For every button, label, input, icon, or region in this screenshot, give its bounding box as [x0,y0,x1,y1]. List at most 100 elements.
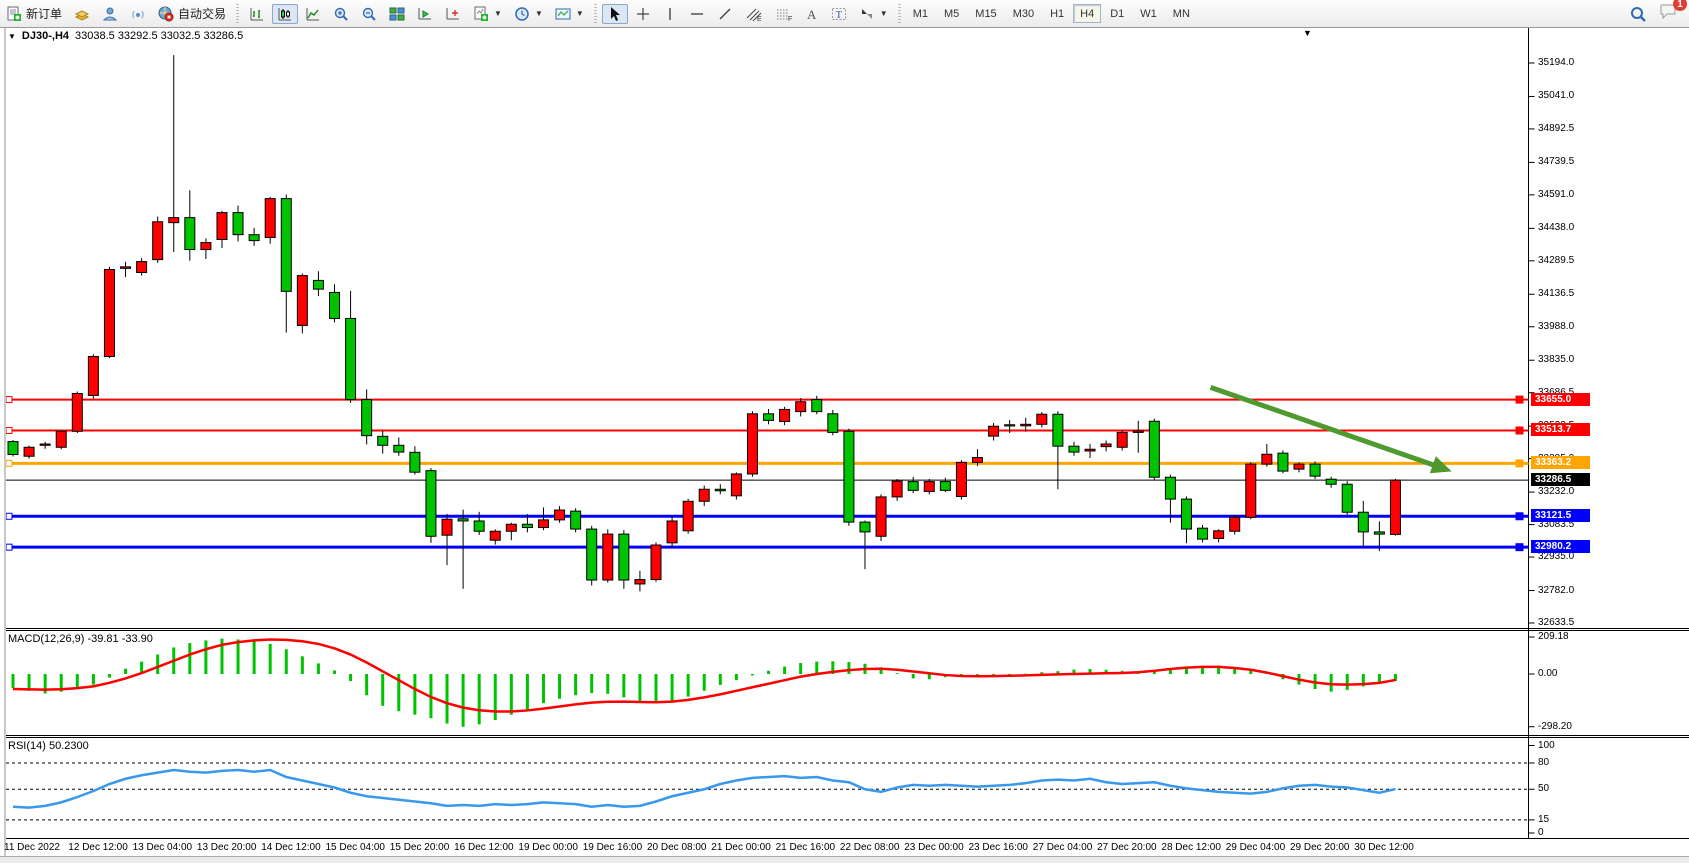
candle-body[interactable] [104,269,114,356]
timeframe-button-M30[interactable]: M30 [1006,4,1041,23]
candle-body[interactable] [153,222,163,260]
auto-trading-button[interactable]: 自动交易 [153,4,231,24]
candle-body[interactable] [121,267,131,269]
timeframe-button-M5[interactable]: M5 [937,4,966,23]
vertical-line-button[interactable] [658,4,682,24]
candle-body[interactable] [378,436,388,445]
candle-body[interactable] [1085,449,1095,451]
tile-windows-button[interactable] [384,4,410,24]
candle-body[interactable] [426,471,436,537]
candle-body[interactable] [1214,531,1224,539]
candle-body[interactable] [603,534,613,580]
toolbar-grip[interactable] [234,4,241,24]
candle-body[interactable] [169,218,179,223]
horizontal-line-button[interactable] [684,4,710,24]
candle-body[interactable] [619,534,629,580]
timeframe-button-H4[interactable]: H4 [1073,4,1101,23]
candle-body[interactable] [1262,454,1272,464]
candle-body[interactable] [1310,464,1320,476]
candle-body[interactable] [780,409,790,421]
line-handle-marker[interactable] [1516,396,1523,403]
candle-body[interactable] [1230,517,1240,531]
candle-body[interactable] [297,276,307,326]
candle-body[interactable] [265,199,275,238]
candle-body[interactable] [410,452,420,472]
candle-body[interactable] [330,292,340,318]
candle-body[interactable] [490,531,500,540]
candle-body[interactable] [1246,464,1256,517]
chart-canvas[interactable] [0,0,1689,863]
candle-body[interactable] [844,431,854,522]
candle-body[interactable] [764,414,774,421]
candle-body[interactable] [313,280,323,289]
candle-body[interactable] [88,357,98,396]
candle-body[interactable] [233,213,243,235]
candle-body[interactable] [1005,425,1015,426]
notifications-button[interactable]: 1 [1659,2,1679,25]
candle-body[interactable] [201,243,211,250]
candle-body[interactable] [731,474,741,496]
indicators-button[interactable]: ▼ [468,4,507,24]
candle-body[interactable] [1117,432,1127,447]
candle-body[interactable] [1342,484,1352,512]
timeframe-button-D1[interactable]: D1 [1103,4,1131,23]
candle-body[interactable] [1133,431,1143,433]
timeframe-button-M15[interactable]: M15 [968,4,1003,23]
candle-body[interactable] [812,400,822,412]
scrollbar-collapse-icon[interactable]: ▼ [1303,28,1312,38]
candle-body[interactable] [217,213,227,240]
candle-body[interactable] [1149,421,1159,477]
candle-body[interactable] [571,511,581,529]
toolbar-grip[interactable] [896,4,903,24]
candle-body[interactable] [667,521,677,543]
candle-body[interactable] [8,442,18,455]
candle-body[interactable] [362,400,372,436]
candle-body[interactable] [346,318,356,399]
search-icon[interactable] [1629,5,1647,23]
candle-body[interactable] [72,393,82,431]
trendline-button[interactable] [712,4,738,24]
candle-body[interactable] [828,414,838,433]
market-watch-button[interactable] [69,4,95,24]
candle-body[interactable] [876,497,886,536]
timeframe-button-MN[interactable]: MN [1166,4,1197,23]
fibonacci-button[interactable]: F [770,4,798,24]
line-handle-marker[interactable] [6,513,12,519]
line-handle-marker[interactable] [6,460,12,466]
candle-body[interactable] [56,431,66,447]
candle-body[interactable] [1374,532,1384,534]
candle-body[interactable] [522,524,532,527]
timeframe-button-W1[interactable]: W1 [1133,4,1164,23]
candle-body[interactable] [989,426,999,436]
line-handle-marker[interactable] [1516,513,1523,520]
line-handle-marker[interactable] [1516,460,1523,467]
timeframe-button-H1[interactable]: H1 [1043,4,1071,23]
line-handle-marker[interactable] [1516,427,1523,434]
candle-body[interactable] [1294,464,1304,469]
periods-button[interactable]: ▼ [509,4,548,24]
candle-body[interactable] [1198,528,1208,539]
zoom-out-button[interactable] [356,4,382,24]
line-handle-marker[interactable] [6,544,12,550]
candle-body[interactable] [137,262,147,273]
candle-body[interactable] [185,218,195,250]
timeframe-button-M1[interactable]: M1 [906,4,935,23]
candle-body[interactable] [40,444,50,445]
equidistant-channel-button[interactable]: E [740,4,768,24]
candle-body[interactable] [683,501,693,531]
candle-body[interactable] [1053,414,1063,446]
candle-body[interactable] [715,489,725,491]
crosshair-button[interactable] [630,4,656,24]
text-button[interactable]: A [800,4,824,24]
profile-button[interactable] [97,4,123,24]
auto-scroll-button[interactable] [412,4,438,24]
line-handle-marker[interactable] [6,427,12,433]
cursor-button[interactable] [602,4,628,24]
candle-body[interactable] [1358,512,1368,532]
candle-body[interactable] [24,447,34,456]
chart-title-collapse-icon[interactable]: ▼ [8,32,16,41]
candle-body[interactable] [860,522,870,532]
candle-body[interactable] [1181,499,1191,529]
candle-body[interactable] [249,235,259,241]
candle-body[interactable] [940,482,950,491]
